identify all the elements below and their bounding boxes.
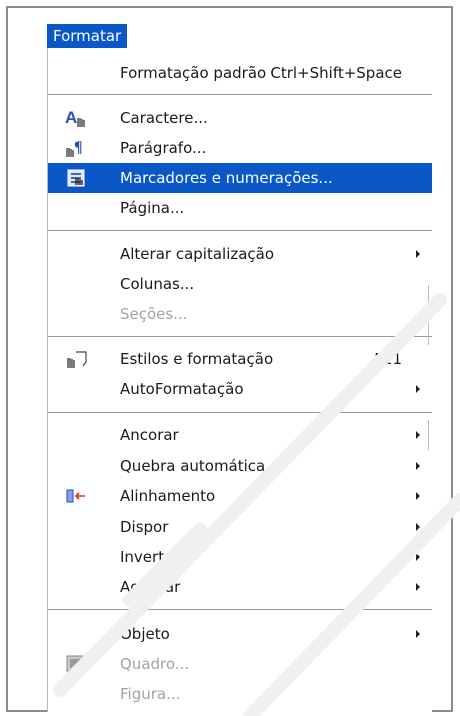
- menu-item-label: Figura...: [120, 685, 181, 703]
- menu-item-label: Página...: [120, 199, 185, 217]
- menu-item-label: Alterar capitalização: [120, 245, 275, 263]
- menu-item-group[interactable]: Agrupar: [48, 572, 432, 602]
- submenu-arrow-icon: [416, 523, 420, 531]
- submenu-arrow-icon: [416, 385, 420, 393]
- menu-item-styles-formatting[interactable]: Estilos e formatação F11: [48, 344, 432, 374]
- menu-item-arrange[interactable]: Dispor: [48, 512, 432, 542]
- menu-item-autoformat[interactable]: AutoFormatação: [48, 374, 432, 404]
- menu-item-label: Agrupar: [120, 578, 181, 596]
- alignment-icon: [66, 489, 85, 503]
- submenu-arrow-icon: [416, 583, 420, 591]
- menu-item-wrap[interactable]: Quebra automática: [48, 451, 432, 481]
- bullets-numbering-icon: [67, 169, 85, 187]
- menu-item-alignment[interactable]: Alinhamento: [48, 481, 432, 511]
- menu-item-label: Parágrafo...: [120, 139, 207, 157]
- separator: [48, 336, 432, 337]
- menu-item-label: Ancorar: [120, 426, 179, 444]
- separator: [48, 230, 432, 231]
- menu-item-frame: Quadro...: [48, 649, 432, 679]
- character-icon: A: [65, 108, 85, 127]
- menu-item-label: Colunas...: [120, 275, 195, 293]
- menu-formatar[interactable]: Formatar: [47, 24, 128, 48]
- menu-item-label: Estilos e formatação: [120, 350, 274, 368]
- menu-item-label: AutoFormatação: [120, 380, 244, 398]
- menu-item-label: Quebra automática: [120, 457, 266, 475]
- separator: [48, 609, 432, 610]
- menu-item-label: Dispor: [120, 518, 169, 536]
- menu-item-label: Inverter: [120, 548, 180, 566]
- submenu-arrow-icon: [416, 250, 420, 258]
- menu-item-change-case[interactable]: Alterar capitalização: [48, 239, 432, 269]
- svg-text:¶: ¶: [74, 139, 83, 156]
- menu-edge-line: [428, 420, 429, 450]
- format-menu: Formatação padrão Ctrl+Shift+Space A Car…: [47, 48, 432, 712]
- submenu-arrow-icon: [416, 462, 420, 470]
- separator: [48, 94, 432, 95]
- menu-item-label: Marcadores e numerações...: [120, 169, 333, 187]
- submenu-arrow-icon: [416, 553, 420, 561]
- menu-item-label: Caractere...: [120, 109, 208, 127]
- menu-item-sections: Seções...: [48, 299, 432, 329]
- submenu-arrow-icon: [416, 431, 420, 439]
- menu-item-character[interactable]: A Caractere...: [48, 103, 432, 133]
- menu-item-paragraph[interactable]: ¶ Parágrafo...: [48, 133, 432, 163]
- submenu-arrow-icon: [416, 630, 420, 638]
- menu-item-label: Objeto: [120, 625, 170, 643]
- menu-item-object[interactable]: Objeto: [48, 619, 432, 649]
- menu-item-label: Seções...: [120, 305, 188, 323]
- menu-item-label: Quadro...: [120, 655, 190, 673]
- shortcut-label: F11: [374, 350, 402, 368]
- paragraph-icon: ¶: [66, 139, 83, 157]
- menu-item-label: Alinhamento: [120, 487, 216, 505]
- menu-item-columns[interactable]: Colunas...: [48, 269, 432, 299]
- menu-item-default-formatting[interactable]: Formatação padrão Ctrl+Shift+Space: [48, 58, 432, 88]
- menu-item-flip[interactable]: Inverter: [48, 542, 432, 572]
- shortcut-label: Ctrl+Shift+Space: [270, 64, 402, 82]
- menu-item-page[interactable]: Página...: [48, 193, 432, 223]
- styles-formatting-icon: [67, 351, 87, 368]
- menu-item-anchor[interactable]: Ancorar: [48, 420, 432, 450]
- menu-edge-line: [428, 285, 429, 345]
- menu-item-figure: Figura...: [48, 679, 432, 709]
- svg-text:A: A: [65, 108, 77, 127]
- menu-item-label: Formatação padrão: [120, 64, 267, 82]
- frame-icon: [66, 655, 85, 672]
- separator: [48, 412, 432, 413]
- menu-item-bullets-numbering[interactable]: Marcadores e numerações...: [48, 163, 432, 193]
- submenu-arrow-icon: [416, 492, 420, 500]
